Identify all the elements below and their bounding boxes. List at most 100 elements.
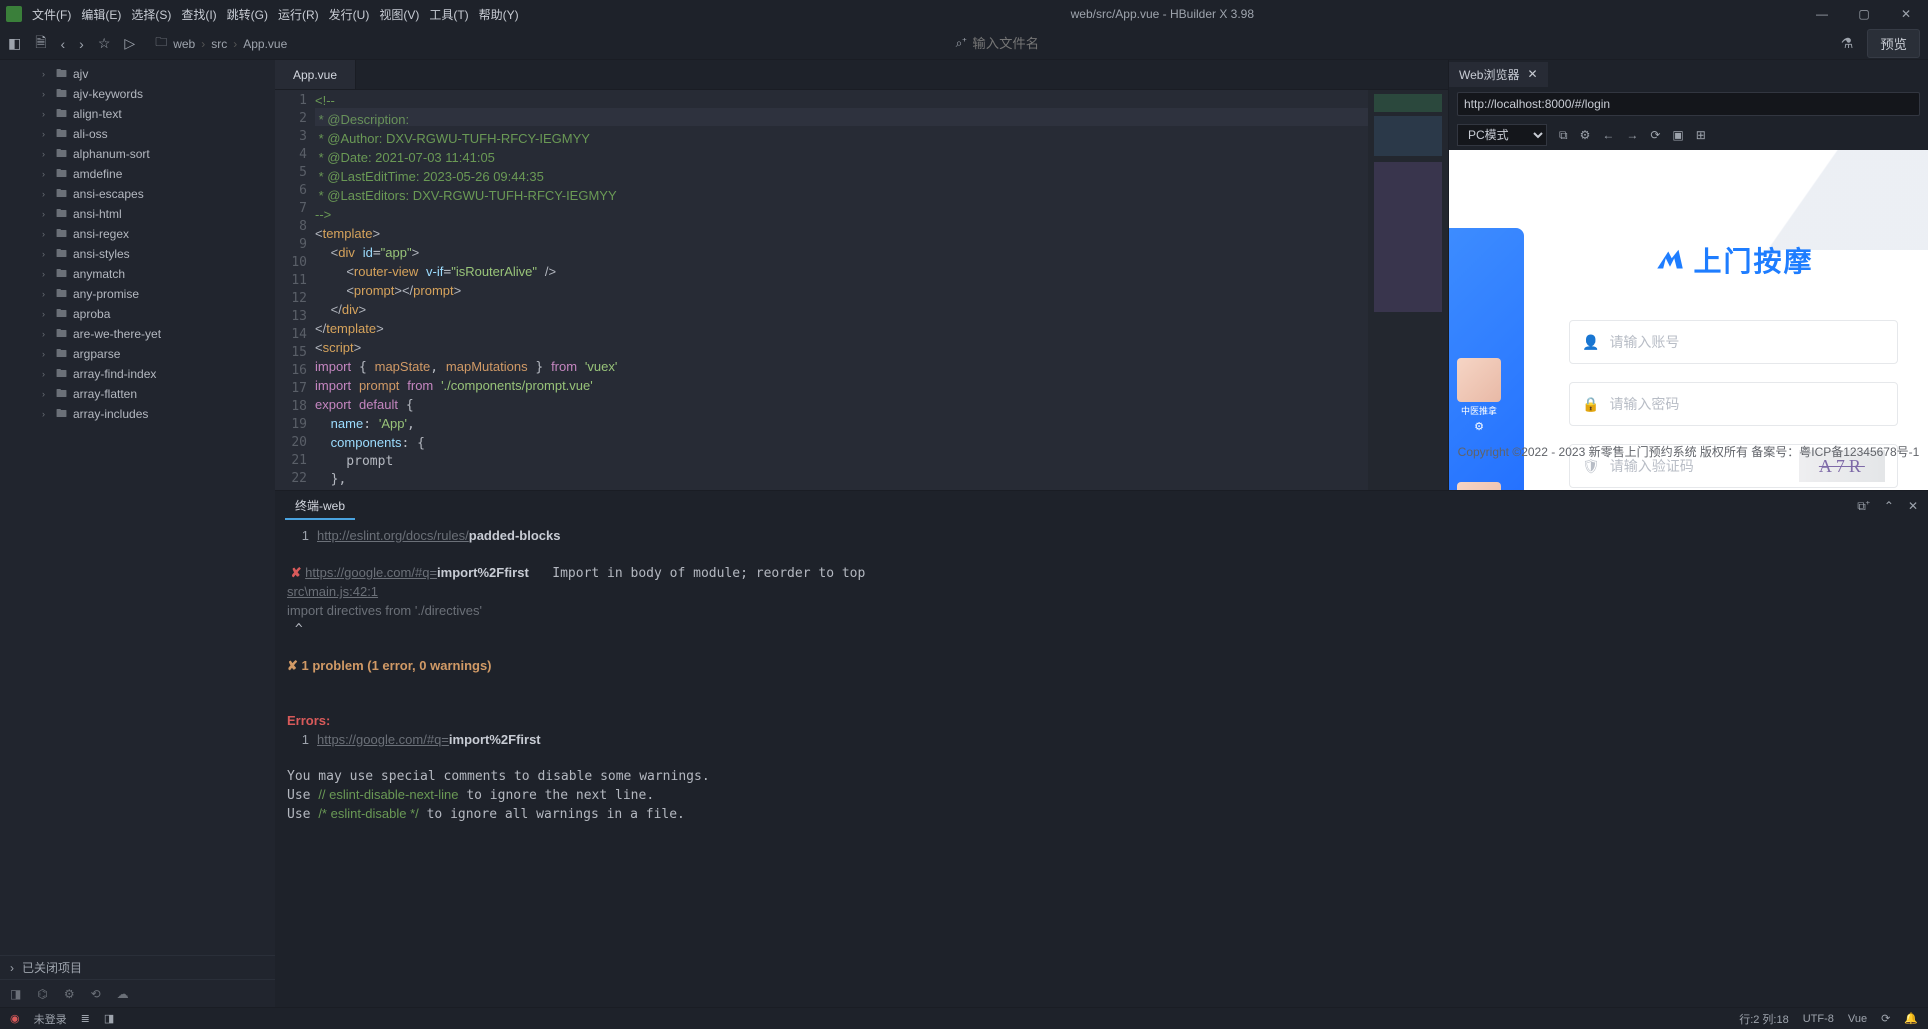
preview-surface[interactable]: 中医推拿 ⚙ 艾灸 ⚙ 上门按摩 👤 <box>1449 150 1928 490</box>
brand-logo: 上门按摩 <box>1569 240 1898 280</box>
statusbar: ◉ 未登录 ≣ ◨ 行:2 列:18 UTF-8 Vue ⟳ 🔔 <box>0 1007 1928 1029</box>
tree-folder[interactable]: ›🖿ajv <box>0 64 275 84</box>
main: ›🖿ajv›🖿ajv-keywords›🖿align-text›🖿ali-oss… <box>0 60 1928 1007</box>
menu-publish[interactable]: 发行(U) <box>329 6 370 23</box>
copyright: Copyright ©2022 - 2023 新零售上门预约系统 版权所有 备案… <box>1449 443 1928 460</box>
user-icon: 👤 <box>1582 334 1599 351</box>
terminal-add-icon[interactable]: ⧉⁺ <box>1857 499 1870 514</box>
terminal-collapse-icon[interactable]: ⌃ <box>1884 499 1894 513</box>
back-icon[interactable]: ‹ <box>61 36 66 52</box>
terminal-body[interactable]: 1http://eslint.org/docs/rules/padded-blo… <box>275 521 1928 1007</box>
tree-folder[interactable]: ›🖿array-find-index <box>0 364 275 384</box>
captcha-input[interactable] <box>1610 458 1791 474</box>
side-card-1-label: 中医推拿 <box>1449 404 1509 417</box>
language-mode[interactable]: Vue <box>1848 1013 1867 1025</box>
code-area[interactable]: 1 2 3 4 5 6 7 8 9 10 11 12 13 14 15 16 1… <box>275 90 1448 490</box>
menu-select[interactable]: 选择(S) <box>131 6 171 23</box>
qrcode-icon[interactable]: ⊞ <box>1696 128 1706 142</box>
star-icon[interactable]: ☆ <box>98 35 111 52</box>
closed-projects[interactable]: › 已关闭项目 <box>0 955 275 979</box>
account-input[interactable] <box>1609 334 1885 350</box>
breadcrumb: 🗀 web› src› App.vue <box>155 33 287 54</box>
tree-folder[interactable]: ›🖿are-we-there-yet <box>0 324 275 344</box>
lock-icon: 🔒 <box>1582 396 1599 413</box>
menu-tools[interactable]: 工具(T) <box>429 6 468 23</box>
preview-button[interactable]: 预览 <box>1867 29 1920 58</box>
file-tree[interactable]: ›🖿ajv›🖿ajv-keywords›🖿align-text›🖿ali-oss… <box>0 60 275 955</box>
browser-back-icon[interactable]: ← <box>1602 128 1614 142</box>
cloud-icon[interactable]: ☁ <box>117 987 129 1001</box>
terminal-tab[interactable]: 终端-web <box>285 493 355 520</box>
forward-icon[interactable]: › <box>79 36 84 52</box>
close-icon[interactable]: ✕ <box>1527 67 1537 81</box>
tree-folder[interactable]: ›🖿ansi-regex <box>0 224 275 244</box>
menu-view[interactable]: 视图(V) <box>379 6 419 23</box>
list-icon[interactable]: ≣ <box>81 1012 90 1025</box>
tree-folder[interactable]: ›🖿amdefine <box>0 164 275 184</box>
browser-tab[interactable]: Web浏览器 ✕ <box>1449 62 1548 87</box>
side-card-2[interactable] <box>1457 482 1501 490</box>
close-button[interactable]: ✕ <box>1890 7 1922 21</box>
tab-app-vue[interactable]: App.vue <box>275 60 356 89</box>
menu-run[interactable]: 运行(R) <box>278 6 319 23</box>
bell-icon[interactable]: 🔔 <box>1904 1012 1918 1025</box>
file-search-input[interactable] <box>972 36 1172 51</box>
crumb-src[interactable]: src <box>211 37 227 51</box>
tree-folder[interactable]: ›🖿align-text <box>0 104 275 124</box>
toolbar: ◧ 🗎 ‹ › ☆ ▷ 🗀 web› src› App.vue ⌕⁺ ⚗ 预览 <box>0 28 1928 60</box>
minimap[interactable] <box>1368 90 1448 490</box>
sync-icon[interactable]: ⟲ <box>91 987 101 1001</box>
save-icon[interactable]: 🗎 <box>35 32 46 56</box>
filter-icon[interactable]: ⚗ <box>1841 35 1854 52</box>
tree-folder[interactable]: ›🖿ansi-escapes <box>0 184 275 204</box>
browser-forward-icon[interactable]: → <box>1626 128 1638 142</box>
menu-help[interactable]: 帮助(Y) <box>479 6 519 23</box>
menu-edit[interactable]: 编辑(E) <box>81 6 121 23</box>
tree-folder[interactable]: ›🖿ajv-keywords <box>0 84 275 104</box>
icp-link[interactable]: 粤ICP备12345678号-1 <box>1799 445 1919 459</box>
shield-icon: 🛡 <box>1582 458 1600 475</box>
user-icon[interactable]: ◉ <box>10 1012 20 1025</box>
tree-folder[interactable]: ›🖿alphanum-sort <box>0 144 275 164</box>
side-card-1[interactable] <box>1457 358 1501 402</box>
url-input[interactable] <box>1457 92 1920 116</box>
brand-text: 上门按摩 <box>1693 240 1813 280</box>
minimize-button[interactable]: — <box>1806 7 1838 21</box>
gear-icon[interactable]: ⚙ <box>1449 420 1509 433</box>
tree-folder[interactable]: ›🖿ansi-html <box>0 204 275 224</box>
tree-folder[interactable]: ›🖿aproba <box>0 304 275 324</box>
menu-goto[interactable]: 跳转(G) <box>227 6 268 23</box>
sync-icon[interactable]: ⟳ <box>1881 1012 1890 1025</box>
open-external-icon[interactable]: ⧉ <box>1559 128 1568 143</box>
console-icon[interactable]: ◨ <box>10 987 21 1001</box>
panel-icon[interactable]: ◨ <box>104 1012 114 1025</box>
tree-folder[interactable]: ›🖿ansi-styles <box>0 244 275 264</box>
tree-folder[interactable]: ›🖿anymatch <box>0 264 275 284</box>
encoding[interactable]: UTF-8 <box>1803 1013 1834 1025</box>
gear-icon[interactable]: ⚙ <box>64 987 75 1001</box>
device-mode-select[interactable]: PC模式 <box>1457 124 1547 146</box>
refresh-icon[interactable]: ⟳ <box>1650 128 1660 142</box>
line-col[interactable]: 行:2 列:18 <box>1739 1011 1789 1027</box>
layout-icon[interactable]: ◧ <box>8 35 21 52</box>
account-field: 👤 <box>1569 320 1898 364</box>
password-input[interactable] <box>1609 396 1885 412</box>
run-icon[interactable]: ▷ <box>124 35 135 52</box>
maximize-button[interactable]: ▢ <box>1848 7 1880 21</box>
menu-file[interactable]: 文件(F) <box>32 6 71 23</box>
sidebar: ›🖿ajv›🖿ajv-keywords›🖿align-text›🖿ali-oss… <box>0 60 275 1007</box>
login-status[interactable]: 未登录 <box>34 1011 67 1027</box>
tree-folder[interactable]: ›🖿any-promise <box>0 284 275 304</box>
bug-icon[interactable]: ⌬ <box>37 987 47 1001</box>
crumb-file[interactable]: App.vue <box>243 37 287 51</box>
code[interactable]: <!-- * @Description: * @Author: DXV-RGWU… <box>315 90 1368 490</box>
tree-folder[interactable]: ›🖿argparse <box>0 344 275 364</box>
tree-folder[interactable]: ›🖿array-flatten <box>0 384 275 404</box>
crumb-web[interactable]: web <box>173 37 195 51</box>
terminal-close-icon[interactable]: ✕ <box>1908 499 1918 513</box>
stop-icon[interactable]: ▣ <box>1672 128 1683 142</box>
tree-folder[interactable]: ›🖿array-includes <box>0 404 275 424</box>
tree-folder[interactable]: ›🖿ali-oss <box>0 124 275 144</box>
menu-find[interactable]: 查找(I) <box>181 6 216 23</box>
devtools-icon[interactable]: ⚙ <box>1580 128 1591 142</box>
